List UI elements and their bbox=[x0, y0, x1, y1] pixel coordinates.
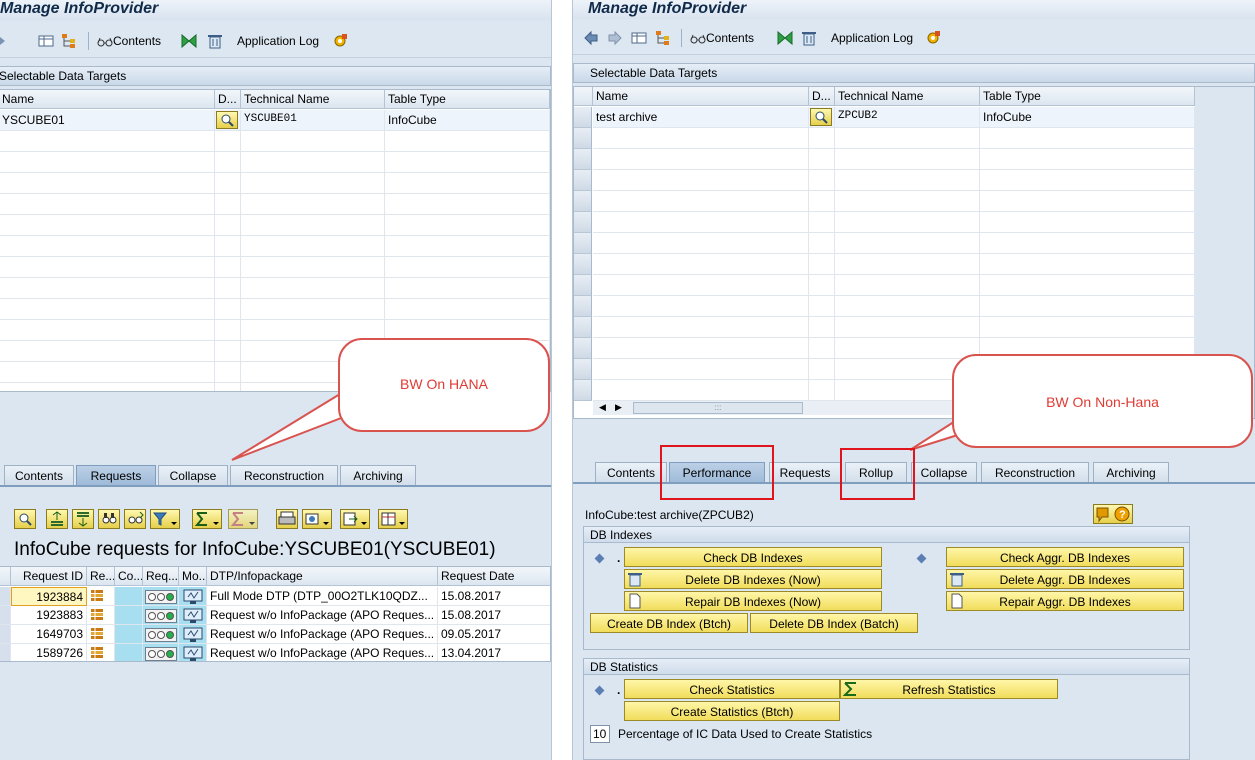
performance-tab-highlight bbox=[660, 445, 774, 500]
bw-on-non-hana-callout: BW On Non-Hana bbox=[952, 354, 1253, 448]
bw-on-hana-callout: BW On HANA bbox=[338, 338, 550, 432]
rollup-tab-highlight bbox=[840, 448, 915, 500]
